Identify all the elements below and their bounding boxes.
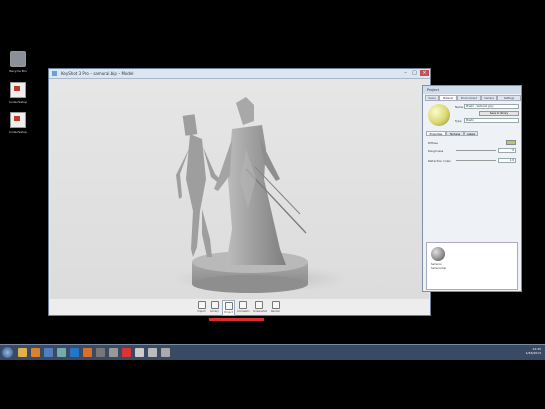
media-player-icon[interactable] xyxy=(31,348,40,357)
start-button[interactable] xyxy=(2,347,13,358)
file-icon xyxy=(10,112,26,128)
scene-library-list: Samurai Samurai.bip xyxy=(426,242,518,290)
desktop-icon-codecsetup-1[interactable]: CodecSetup xyxy=(3,82,33,104)
property-label: Diffuse xyxy=(428,141,438,145)
property-row-roughness: Roughness 0 xyxy=(426,148,518,154)
app-window: KeyShot 3 Pro – samurai.bip – Model – □ … xyxy=(48,68,431,316)
app6-icon[interactable] xyxy=(161,348,170,357)
app3-icon[interactable] xyxy=(109,348,118,357)
tab-material[interactable]: Material xyxy=(439,95,457,101)
tab-environment[interactable]: Environment xyxy=(457,95,481,101)
roughness-slider[interactable] xyxy=(456,150,496,151)
app4-icon[interactable] xyxy=(135,348,144,357)
keyshot-icon[interactable] xyxy=(122,348,131,357)
import-icon xyxy=(197,301,206,309)
tab-scene[interactable]: Scene xyxy=(425,95,439,101)
camera-icon xyxy=(254,301,263,309)
material-preview-sphere[interactable] xyxy=(428,104,450,126)
desktop-icon-label: CodecSetup xyxy=(8,130,28,134)
tab-camera[interactable]: Camera xyxy=(481,95,497,101)
bottom-toolbar: Import Library Project Animation Screens… xyxy=(49,299,430,316)
panel-title: Project xyxy=(427,88,439,92)
property-label: Roughness xyxy=(428,149,444,153)
maximize-button[interactable]: □ xyxy=(410,70,419,76)
render-button[interactable]: Render xyxy=(270,300,281,314)
subtab-properties[interactable]: Properties xyxy=(426,131,446,136)
network-icon[interactable] xyxy=(44,348,53,357)
render-scene xyxy=(50,79,429,299)
render-viewport[interactable] xyxy=(50,79,429,299)
recycle-bin-icon xyxy=(10,51,26,67)
animation-icon xyxy=(238,301,247,309)
panel-tabs: Scene Material Environment Camera Settin… xyxy=(425,95,521,101)
diffuse-color-swatch[interactable] xyxy=(506,140,516,145)
desktop-icon-recycle-bin[interactable]: Recycle Bin xyxy=(3,51,33,73)
refraction-index-value[interactable]: 1.5 xyxy=(498,158,516,163)
subtab-textures[interactable]: Textures xyxy=(446,131,464,136)
project-panel: Project Scene Material Environment Camer… xyxy=(422,85,522,292)
library-icon xyxy=(210,301,219,309)
library-item-thumbnail[interactable] xyxy=(431,247,445,261)
window-title: KeyShot 3 Pro – samurai.bip – Model xyxy=(61,71,134,76)
firefox-icon[interactable] xyxy=(83,348,92,357)
system-tray-clock[interactable]: 12:45 1/26/2013 xyxy=(526,347,541,355)
explorer-icon[interactable] xyxy=(18,348,27,357)
render-icon xyxy=(271,301,280,309)
project-button[interactable]: Project xyxy=(222,300,235,316)
render-progress-bar xyxy=(209,318,264,321)
material-name-field[interactable]: Plastic - textured grey xyxy=(464,104,519,109)
roughness-value[interactable]: 0 xyxy=(498,148,516,153)
project-icon xyxy=(224,302,233,310)
desktop-icon-codecsetup-2[interactable]: CodecSetup xyxy=(3,112,33,134)
property-row-refraction-index: Refraction Index 1.5 xyxy=(426,158,518,164)
animation-button[interactable]: Animation xyxy=(237,300,250,314)
tab-settings[interactable]: Settings xyxy=(497,95,521,101)
clock-date: 1/26/2013 xyxy=(525,351,541,355)
type-label: Type xyxy=(455,119,462,123)
photoshop-icon[interactable] xyxy=(70,348,79,357)
material-type-select[interactable]: Plastic xyxy=(464,118,519,123)
title-bar[interactable]: KeyShot 3 Pro – samurai.bip – Model – □ … xyxy=(49,69,430,79)
refraction-index-slider[interactable] xyxy=(456,160,496,161)
property-label: Refraction Index xyxy=(428,159,451,163)
desktop-icon-label: Recycle Bin xyxy=(9,69,27,73)
subtab-labels[interactable]: Labels xyxy=(464,131,478,136)
close-button[interactable]: × xyxy=(420,70,429,76)
app-icon xyxy=(52,71,57,76)
import-button[interactable]: Import xyxy=(196,300,207,314)
app2-icon[interactable] xyxy=(96,348,105,357)
save-to-library-button[interactable]: Save to library xyxy=(479,111,519,116)
library-item-name[interactable]: Samurai xyxy=(431,263,441,266)
library-button[interactable]: Library xyxy=(209,300,220,314)
app5-icon[interactable] xyxy=(148,348,157,357)
taskbar: 12:45 1/26/2013 xyxy=(0,344,545,360)
panel-title-bar[interactable]: Project xyxy=(423,86,521,94)
library-item-sub: Samurai.bip xyxy=(431,267,447,270)
name-label: Name xyxy=(455,105,464,109)
app-icon[interactable] xyxy=(57,348,66,357)
minimize-button[interactable]: – xyxy=(401,70,410,76)
property-row-diffuse: Diffuse xyxy=(426,140,518,146)
screenshot-button[interactable]: Screenshot xyxy=(253,300,267,314)
desktop-icon-label: CodecSetup xyxy=(8,100,28,104)
file-icon xyxy=(10,82,26,98)
